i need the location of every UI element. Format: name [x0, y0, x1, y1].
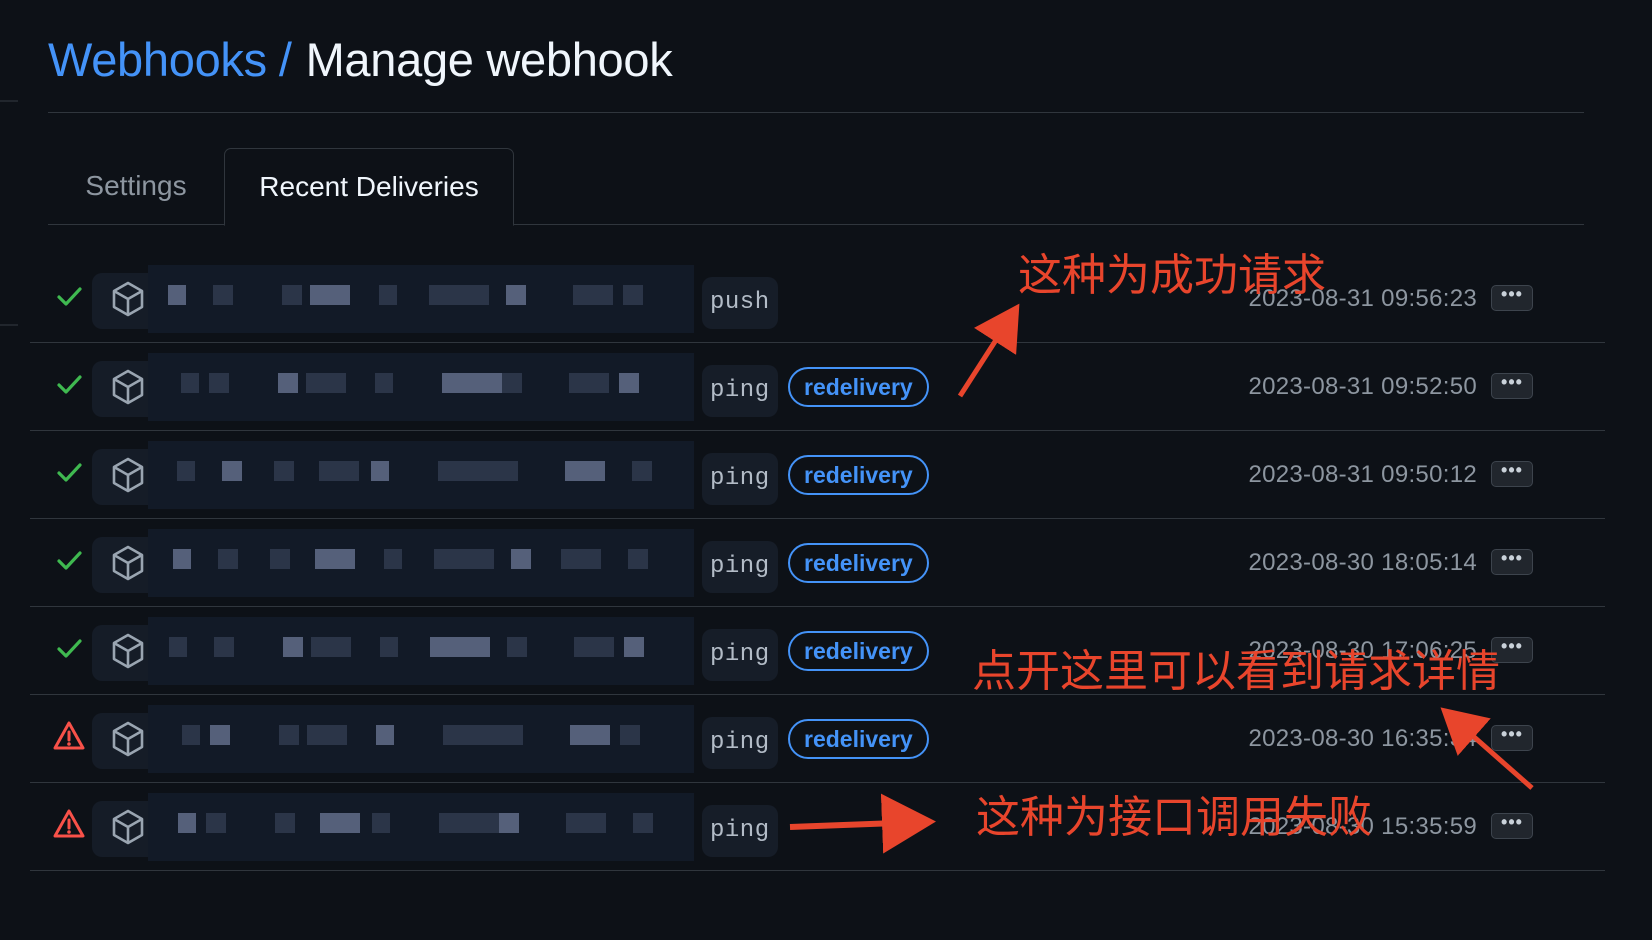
event-type-label: push — [702, 277, 778, 329]
tab-settings[interactable]: Settings — [60, 148, 212, 224]
delivery-timestamp: 2023-08-30 16:35:34 — [1248, 725, 1477, 752]
redacted-guid — [148, 265, 694, 333]
package-icon — [110, 543, 146, 583]
annotation-details-note: 点开这里可以看到请求详情 — [972, 646, 1500, 697]
event-type-label: ping — [702, 541, 778, 593]
kebab-horizontal-icon[interactable]: ••• — [1491, 461, 1533, 487]
check-icon — [52, 367, 86, 401]
left-edge-line — [0, 100, 18, 102]
delivery-row[interactable]: ping redelivery 2023-08-30 18:05:14 ••• — [30, 519, 1605, 607]
annotation-failure-note: 这种为接口调用失败 — [976, 792, 1372, 843]
alert-icon — [52, 807, 86, 841]
annotation-success-note: 这种为成功请求 — [1018, 250, 1326, 301]
redelivery-badge: redelivery — [788, 367, 929, 407]
event-type-label: ping — [702, 365, 778, 417]
delivery-row[interactable]: push 2023-08-31 09:56:23 ••• — [30, 255, 1605, 343]
header-divider — [48, 112, 1584, 113]
webhook-page: Webhooks / Manage webhook Settings Recent … — [0, 0, 1652, 940]
delivery-row[interactable]: ping redelivery 2023-08-31 09:52:50 ••• — [30, 343, 1605, 431]
event-type-label: ping — [702, 717, 778, 769]
page-title-text: Manage webhook — [305, 33, 673, 86]
delivery-timestamp: 2023-08-31 09:52:50 — [1248, 373, 1477, 400]
breadcrumb-separator: / — [278, 33, 292, 86]
kebab-horizontal-icon[interactable]: ••• — [1491, 725, 1533, 751]
kebab-horizontal-icon[interactable]: ••• — [1491, 549, 1533, 575]
delivery-timestamp: 2023-08-31 09:50:12 — [1248, 461, 1477, 488]
redacted-guid — [148, 441, 694, 509]
package-icon — [110, 367, 146, 407]
check-icon — [52, 279, 86, 313]
redacted-guid — [148, 353, 694, 421]
event-type-label: ping — [702, 453, 778, 505]
alert-icon — [52, 719, 86, 753]
redacted-guid — [148, 529, 694, 597]
check-icon — [52, 455, 86, 489]
package-icon — [110, 631, 146, 671]
delivery-timestamp: 2023-08-30 18:05:14 — [1248, 549, 1477, 576]
breadcrumb-webhooks-link[interactable]: Webhooks — [48, 33, 267, 86]
package-icon — [110, 455, 146, 495]
page-title: Webhooks / Manage webhook — [48, 30, 673, 90]
redelivery-badge: redelivery — [788, 719, 929, 759]
redelivery-badge: redelivery — [788, 455, 929, 495]
package-icon — [110, 807, 146, 847]
event-type-label: ping — [702, 629, 778, 681]
redacted-guid — [148, 793, 694, 861]
package-icon — [110, 719, 146, 759]
kebab-horizontal-icon[interactable]: ••• — [1491, 373, 1533, 399]
delivery-row[interactable]: ping redelivery 2023-08-31 09:50:12 ••• — [30, 431, 1605, 519]
package-icon — [110, 279, 146, 319]
check-icon — [52, 631, 86, 665]
row-divider — [30, 870, 1605, 871]
redacted-guid — [148, 617, 694, 685]
kebab-horizontal-icon[interactable]: ••• — [1491, 285, 1533, 311]
redelivery-badge: redelivery — [788, 543, 929, 583]
left-edge-line — [0, 324, 18, 326]
redacted-guid — [148, 705, 694, 773]
kebab-horizontal-icon[interactable]: ••• — [1491, 813, 1533, 839]
delivery-row[interactable]: ping redelivery 2023-08-30 16:35:34 ••• — [30, 695, 1605, 783]
tab-recent-deliveries[interactable]: Recent Deliveries — [224, 148, 514, 226]
redelivery-badge: redelivery — [788, 631, 929, 671]
event-type-label: ping — [702, 805, 778, 857]
check-icon — [52, 543, 86, 577]
